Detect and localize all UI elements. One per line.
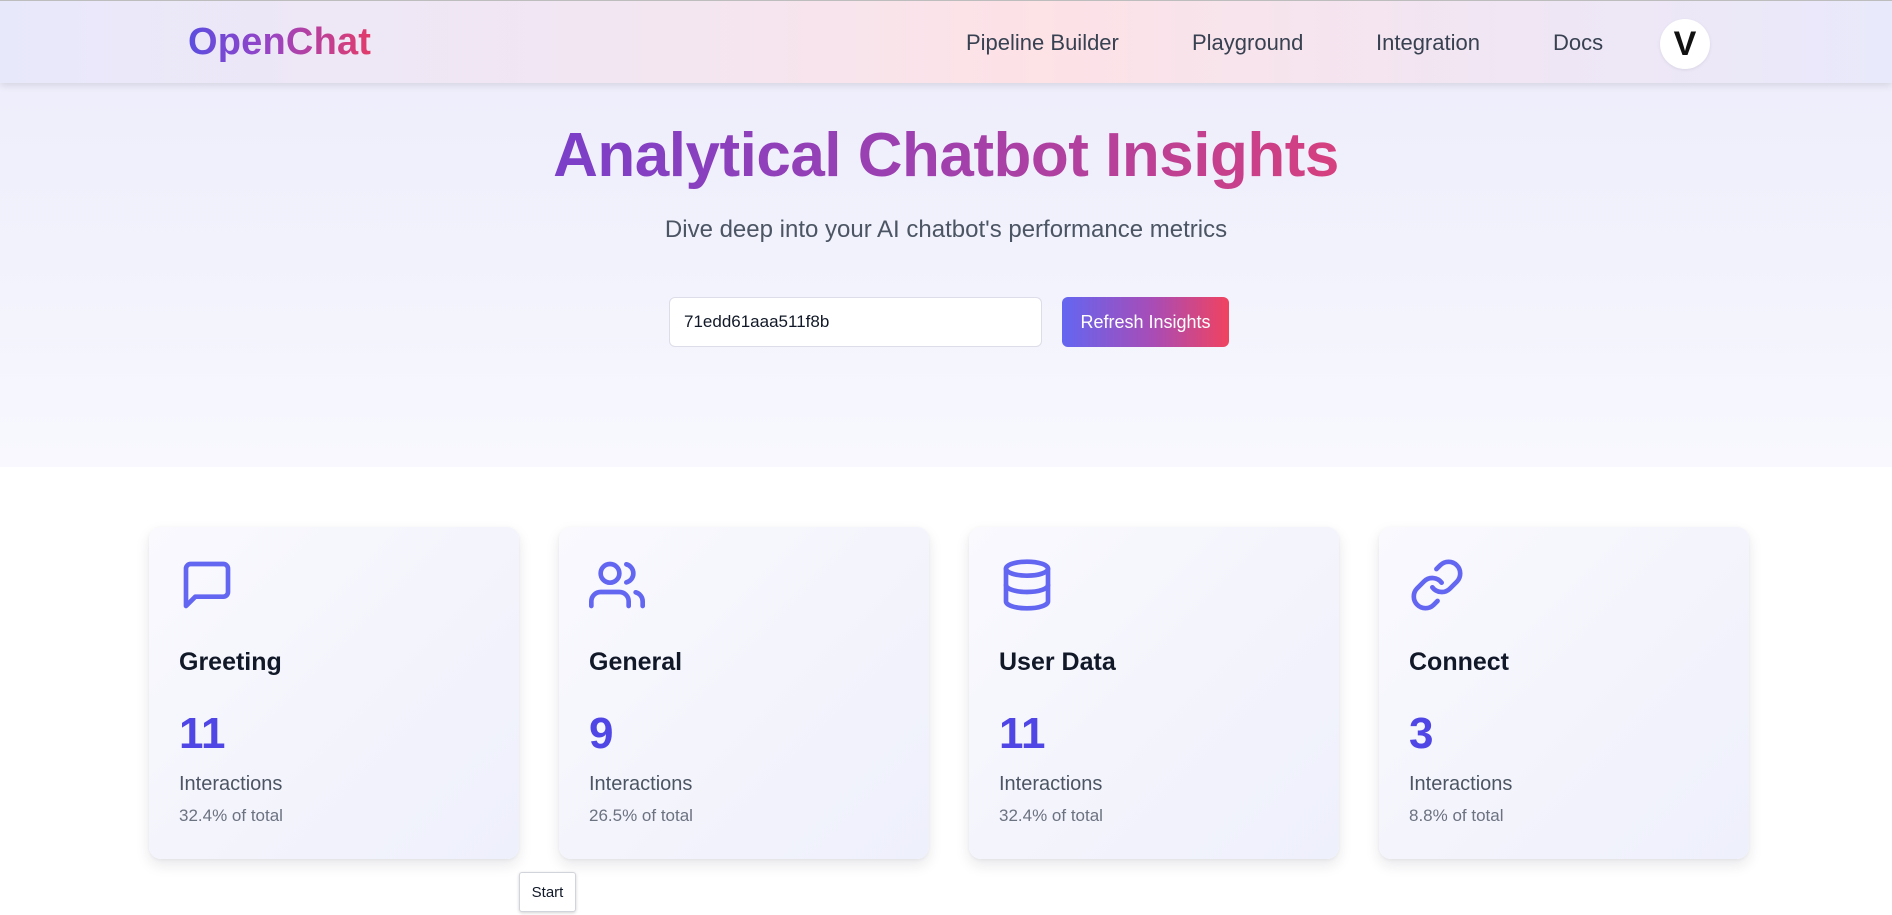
interaction-count: 3 <box>1409 709 1434 758</box>
page-title: Analytical Chatbot Insights <box>0 120 1892 191</box>
link-icon <box>1409 557 1465 613</box>
percent-of-total: 26.5% of total <box>589 806 693 825</box>
interaction-label: Interactions <box>999 773 1103 795</box>
card-title: Greeting <box>179 648 282 676</box>
card-title: User Data <box>999 648 1116 676</box>
users-icon <box>589 557 645 613</box>
interaction-label: Interactions <box>179 773 283 795</box>
nav-link-pipeline-builder[interactable]: Pipeline Builder <box>966 30 1119 56</box>
page-subtitle: Dive deep into your AI chatbot's perform… <box>664 216 1228 243</box>
start-tooltip: Start <box>519 872 576 912</box>
interaction-count: 9 <box>589 709 614 758</box>
stat-card-connect: Connect 3 Interactions 8.8% of total <box>1379 527 1749 859</box>
interaction-count: 11 <box>999 709 1046 758</box>
logo-text-chat: Chat <box>285 21 372 63</box>
logo-text-open: Open <box>188 21 286 63</box>
message-square-icon <box>179 557 235 613</box>
page: OpenChat Pipeline Builder Playground Int… <box>0 0 1892 915</box>
percent-of-total: 32.4% of total <box>179 806 283 825</box>
stat-card-greeting: Greeting 11 Interactions 32.4% of total <box>149 527 519 859</box>
nav-link-playground[interactable]: Playground <box>1192 30 1303 56</box>
database-icon <box>999 557 1055 613</box>
refresh-insights-button[interactable]: Refresh Insights <box>1062 297 1229 347</box>
user-avatar[interactable]: V <box>1660 19 1710 69</box>
percent-of-total: 32.4% of total <box>999 806 1103 825</box>
interaction-count: 11 <box>179 709 226 758</box>
hero-section: Analytical Chatbot Insights Dive deep in… <box>0 83 1892 467</box>
top-navbar: OpenChat Pipeline Builder Playground Int… <box>0 0 1892 83</box>
brand-logo[interactable]: OpenChat <box>188 21 371 64</box>
interaction-label: Interactions <box>1409 773 1513 795</box>
page-title-text: Analytical Chatbot Insights <box>553 121 1339 190</box>
card-title: General <box>589 648 683 676</box>
nav-link-integration[interactable]: Integration <box>1376 30 1480 56</box>
nav-link-docs[interactable]: Docs <box>1553 30 1603 56</box>
chatbot-id-input[interactable] <box>669 297 1042 347</box>
stat-card-user-data: User Data 11 Interactions 32.4% of total <box>969 527 1339 859</box>
card-title: Connect <box>1409 648 1509 676</box>
interaction-label: Interactions <box>589 773 693 795</box>
stat-card-general: General 9 Interactions 26.5% of total <box>559 527 929 859</box>
percent-of-total: 8.8% of total <box>1409 806 1504 825</box>
avatar-letter: V <box>1673 24 1697 63</box>
